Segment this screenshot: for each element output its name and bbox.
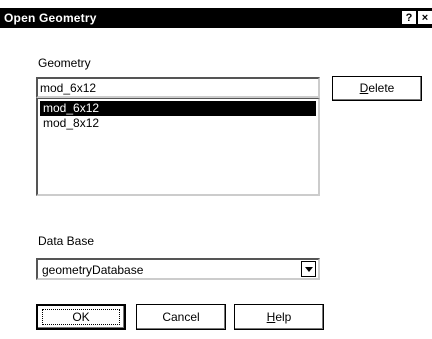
open-geometry-dialog: Open Geometry ? × Geometry mod_6x12 mod_… xyxy=(0,0,432,339)
title-bar[interactable]: Open Geometry ? × xyxy=(0,8,432,28)
geometry-label: Geometry xyxy=(38,56,91,70)
dialog-title: Open Geometry xyxy=(4,11,97,25)
ok-button[interactable]: OK xyxy=(36,304,126,330)
geometry-list[interactable]: mod_6x12 mod_8x12 xyxy=(36,98,320,196)
geometry-list-item[interactable]: mod_8x12 xyxy=(40,116,316,131)
database-selected-value: geometryDatabase xyxy=(42,263,144,277)
help-question-icon[interactable]: ? xyxy=(402,11,416,24)
cancel-button[interactable]: Cancel xyxy=(136,304,226,330)
database-combobox[interactable]: geometryDatabase xyxy=(36,258,320,280)
geometry-list-item[interactable]: mod_6x12 xyxy=(40,101,316,116)
ok-focus-rect: OK xyxy=(42,309,120,325)
geometry-input-box[interactable] xyxy=(36,77,320,98)
help-mnemonic: H xyxy=(266,310,276,324)
database-label: Data Base xyxy=(38,234,95,248)
delete-label: elete xyxy=(368,81,395,95)
help-button[interactable]: Help xyxy=(234,304,324,330)
dropdown-arrow-button[interactable] xyxy=(301,261,316,277)
cancel-label: Cancel xyxy=(162,310,200,324)
help-label: elp xyxy=(275,310,292,324)
delete-button[interactable]: Delete xyxy=(332,76,422,101)
ok-label: OK xyxy=(72,310,90,324)
delete-mnemonic: D xyxy=(359,81,369,95)
close-icon[interactable]: × xyxy=(418,11,432,24)
chevron-down-icon xyxy=(305,267,313,272)
geometry-input[interactable] xyxy=(40,80,310,95)
